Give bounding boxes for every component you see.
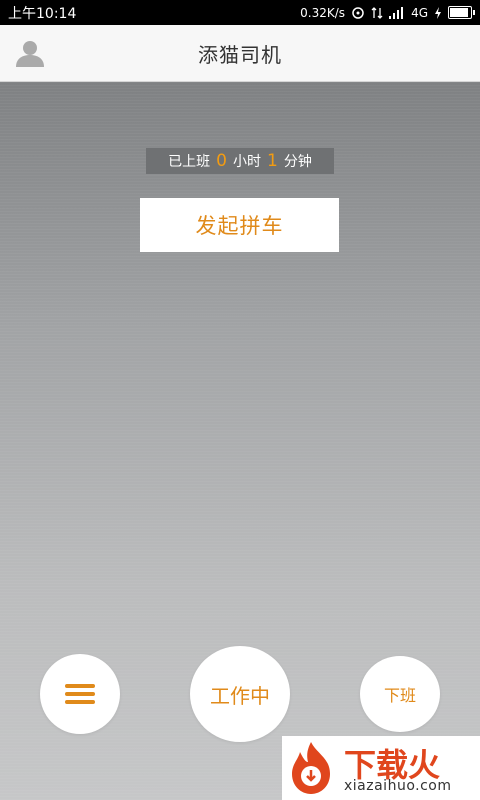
network-type: 4G (411, 5, 428, 20)
status-time: 上午10:14 (8, 5, 77, 22)
wifi-icon (352, 6, 364, 19)
working-status-button[interactable]: 工作中 (190, 646, 290, 742)
work-hours-unit: 小时 (233, 154, 261, 170)
status-bar: 上午10:14 0.32K/s 4G (0, 0, 480, 25)
menu-icon (65, 684, 95, 704)
app-header: 添猫司机 (0, 25, 480, 82)
work-duration-prefix: 已上班 (168, 154, 211, 170)
flame-logo-icon (292, 742, 330, 794)
network-speed: 0.32K/s (300, 5, 346, 20)
page-title: 添猫司机 (198, 42, 282, 67)
start-carpool-button[interactable]: 发起拼车 (140, 198, 339, 252)
off-duty-button[interactable]: 下班 (360, 656, 440, 732)
menu-button[interactable] (40, 654, 120, 734)
battery-icon (448, 6, 475, 19)
watermark-logo: 下载火 xiazaihuo.com (282, 736, 480, 800)
avatar-icon[interactable] (14, 39, 46, 67)
status-icons: 0.32K/s 4G (300, 5, 475, 20)
work-minutes-unit: 分钟 (283, 154, 312, 170)
watermark-domain: xiazaihuo.com (344, 778, 452, 794)
work-minutes-value: 1 (267, 151, 278, 171)
work-hours-value: 0 (216, 151, 227, 171)
data-arrows-icon (371, 6, 383, 19)
charging-icon (435, 6, 441, 19)
work-duration-badge: 已上班 0 小时 1 分钟 (146, 148, 334, 174)
signal-icon (389, 6, 404, 19)
